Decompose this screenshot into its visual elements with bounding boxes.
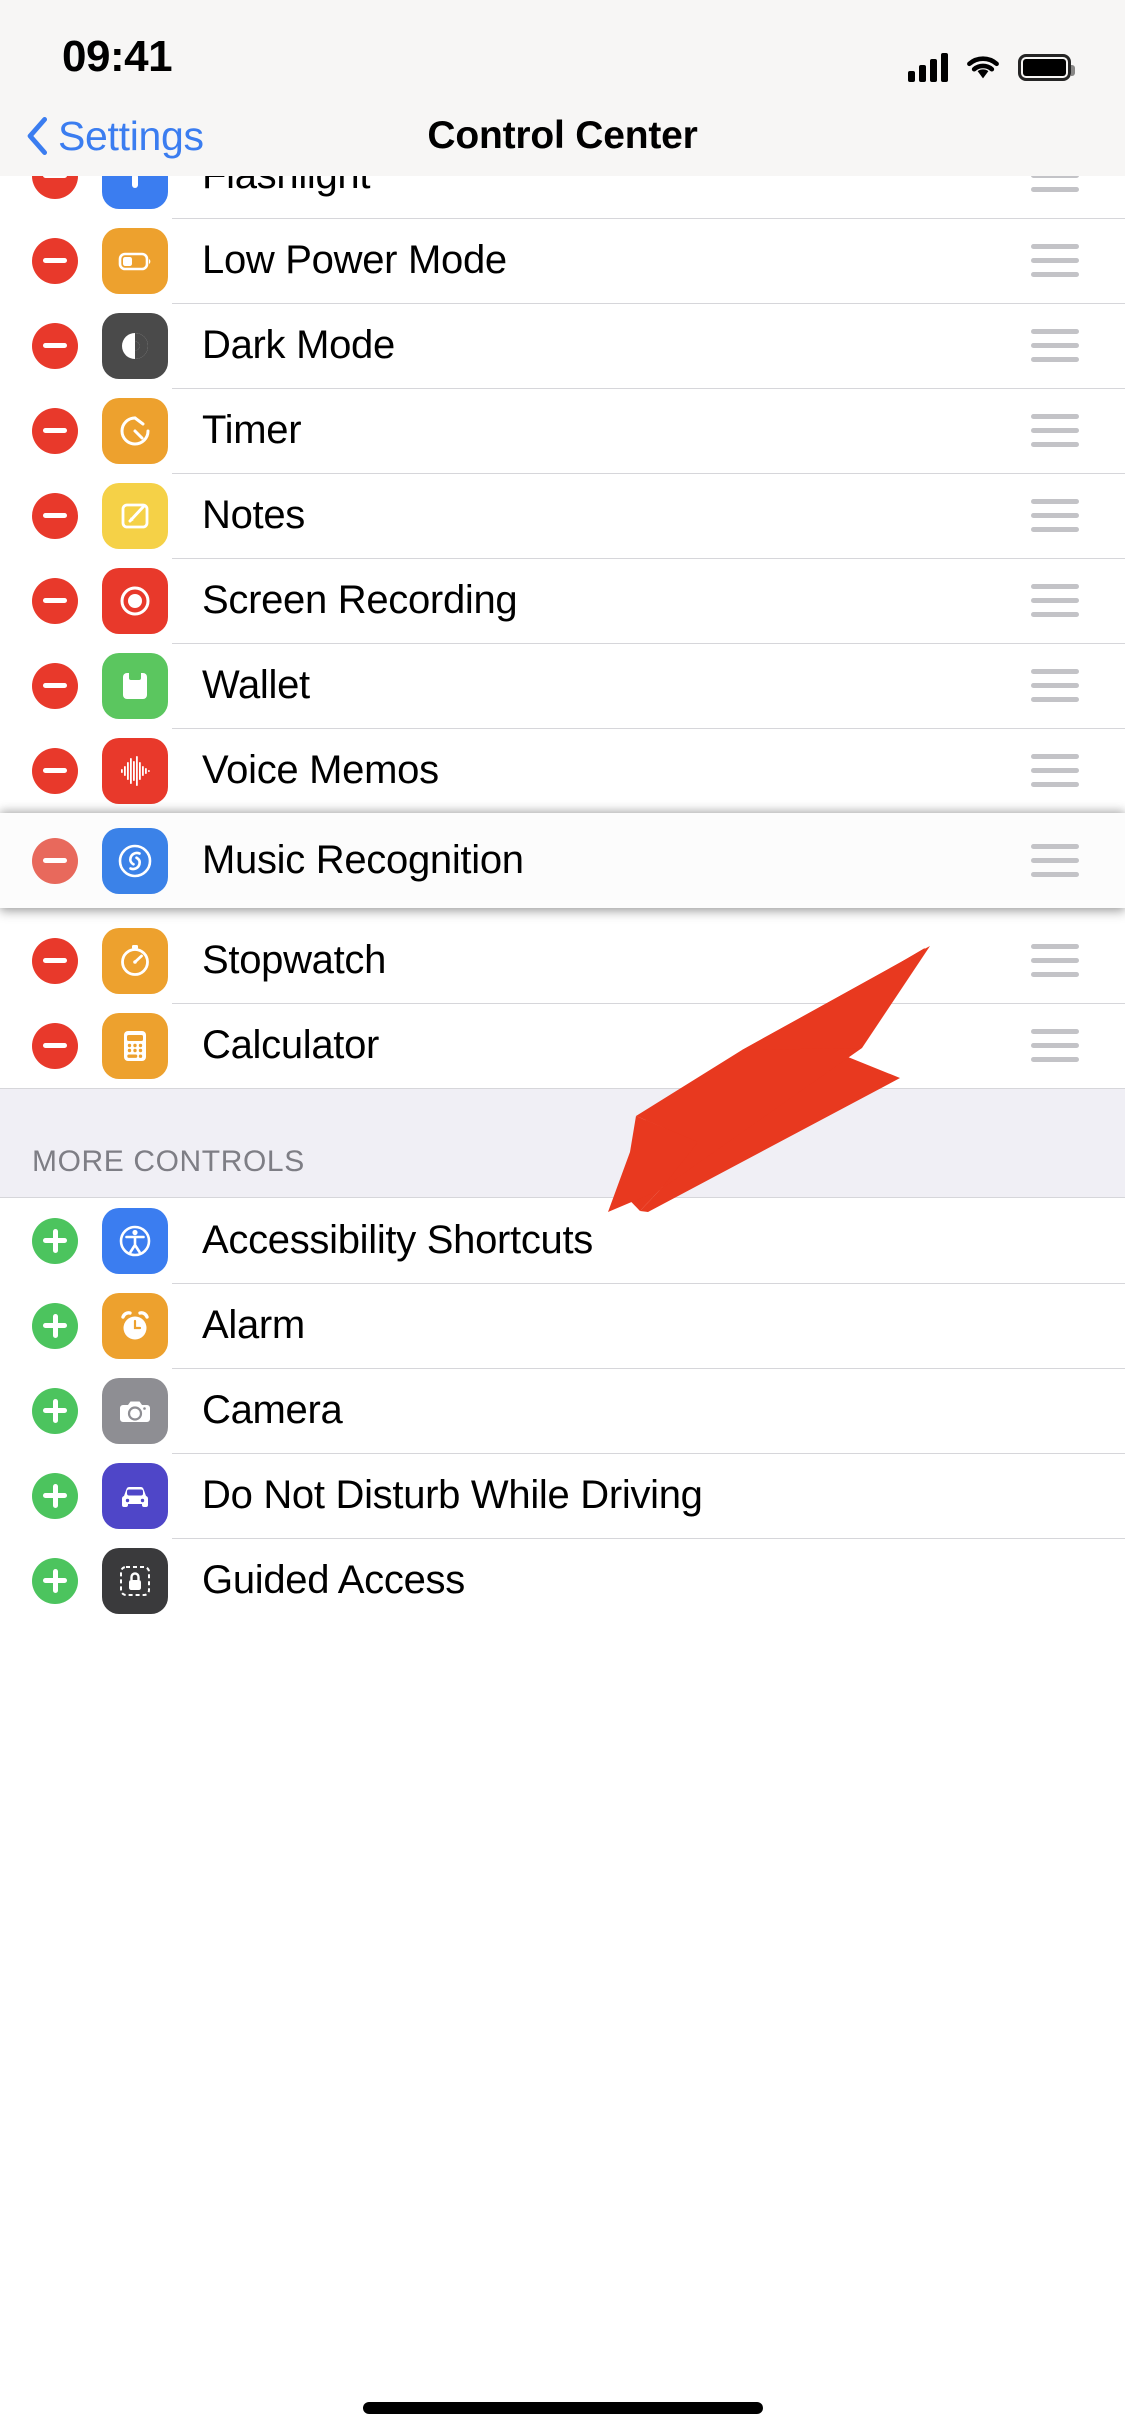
remove-button[interactable]	[32, 492, 78, 539]
section-header-label: MORE CONTROLS	[32, 1145, 305, 1178]
reorder-handle[interactable]	[1031, 754, 1079, 787]
row-label: Guided Access	[202, 1558, 465, 1602]
remove-button[interactable]	[32, 1022, 78, 1069]
row-label: Do Not Disturb While Driving	[202, 1473, 703, 1517]
reorder-handle[interactable]	[1031, 244, 1079, 277]
alarm-clock-icon	[102, 1292, 168, 1359]
stopwatch-icon	[102, 927, 168, 994]
control-center-list[interactable]: Flashlight Low Power Mode Dark Mod	[0, 176, 1125, 1623]
remove-button[interactable]	[32, 237, 78, 284]
reorder-handle[interactable]	[1031, 844, 1079, 877]
table-row-dark-mode[interactable]: Dark Mode	[0, 303, 1125, 388]
row-label: Notes	[202, 493, 305, 537]
wifi-icon	[967, 56, 999, 79]
notes-pencil-icon	[102, 482, 168, 549]
drag-gap	[0, 908, 1125, 918]
waveform-icon	[102, 737, 168, 804]
row-label: Stopwatch	[202, 938, 387, 982]
table-row-dnd-while-driving[interactable]: Do Not Disturb While Driving	[0, 1453, 1125, 1538]
row-label: Voice Memos	[202, 748, 439, 792]
section-header-more-controls: MORE CONTROLS	[0, 1088, 1125, 1198]
table-row-screen-recording[interactable]: Screen Recording	[0, 558, 1125, 643]
camera-icon	[102, 1377, 168, 1444]
table-row-wallet[interactable]: Wallet	[0, 643, 1125, 728]
row-label: Timer	[202, 408, 302, 452]
chevron-left-icon	[27, 117, 48, 155]
reorder-handle[interactable]	[1031, 499, 1079, 532]
add-button[interactable]	[32, 1302, 78, 1349]
low-power-battery-icon	[102, 227, 168, 294]
remove-button[interactable]	[32, 662, 78, 709]
row-label: Flashlight	[202, 176, 371, 198]
wallet-card-icon	[102, 652, 168, 719]
table-row-calculator[interactable]: Calculator	[0, 1003, 1125, 1088]
flashlight-icon	[102, 176, 168, 209]
timer-icon	[102, 397, 168, 464]
table-row-voice-memos[interactable]: Voice Memos	[0, 728, 1125, 813]
status-bar-time: 09:41	[62, 32, 173, 81]
row-label: Camera	[202, 1388, 343, 1432]
remove-button[interactable]	[32, 577, 78, 624]
record-circle-icon	[102, 567, 168, 634]
navigation-bar: Settings Control Center	[0, 96, 1125, 176]
remove-button[interactable]	[32, 407, 78, 454]
home-indicator	[362, 2402, 763, 2414]
add-button[interactable]	[32, 1472, 78, 1519]
guided-access-lock-icon	[102, 1547, 168, 1614]
table-row-stopwatch[interactable]: Stopwatch	[0, 918, 1125, 1003]
reorder-handle[interactable]	[1031, 944, 1079, 977]
shazam-icon	[102, 827, 168, 894]
table-row: Flashlight	[0, 176, 1125, 218]
table-row-accessibility-shortcuts[interactable]: Accessibility Shortcuts	[0, 1198, 1125, 1283]
remove-button[interactable]	[32, 837, 78, 884]
back-button[interactable]: Settings	[26, 113, 204, 160]
row-label: Alarm	[202, 1303, 305, 1347]
remove-button[interactable]	[32, 322, 78, 369]
remove-button[interactable]	[32, 176, 78, 199]
reorder-handle[interactable]	[1031, 1029, 1079, 1062]
row-label: Calculator	[202, 1023, 380, 1067]
table-row-guided-access[interactable]: Guided Access	[0, 1538, 1125, 1623]
battery-full-icon	[1018, 53, 1075, 81]
accessibility-icon	[102, 1207, 168, 1274]
table-row-timer[interactable]: Timer	[0, 388, 1125, 473]
row-label: Music Recognition	[202, 838, 524, 882]
table-row-camera[interactable]: Camera	[0, 1368, 1125, 1453]
table-row-music-recognition[interactable]: Music Recognition	[0, 813, 1125, 908]
back-button-label: Settings	[58, 112, 204, 159]
reorder-handle[interactable]	[1031, 329, 1079, 362]
reorder-handle[interactable]	[1031, 669, 1079, 702]
status-bar: 09:41	[0, 0, 1125, 96]
reorder-handle[interactable]	[1031, 176, 1079, 192]
row-label: Dark Mode	[202, 323, 395, 367]
row-label: Low Power Mode	[202, 238, 507, 282]
dark-mode-circle-icon	[102, 312, 168, 379]
calculator-icon	[102, 1012, 168, 1079]
partial-row-flashlight[interactable]: Flashlight	[0, 176, 1125, 218]
reorder-handle[interactable]	[1031, 414, 1079, 447]
reorder-handle[interactable]	[1031, 584, 1079, 617]
row-label: Accessibility Shortcuts	[202, 1218, 594, 1262]
table-row-alarm[interactable]: Alarm	[0, 1283, 1125, 1368]
cellular-bars-icon	[908, 52, 948, 82]
row-label: Wallet	[202, 663, 310, 707]
add-button[interactable]	[32, 1557, 78, 1604]
car-icon	[102, 1462, 168, 1529]
add-button[interactable]	[32, 1387, 78, 1434]
row-label: Screen Recording	[202, 578, 518, 622]
status-bar-indicators	[908, 52, 1075, 82]
table-row-notes[interactable]: Notes	[0, 473, 1125, 558]
remove-button[interactable]	[32, 937, 78, 984]
table-row-low-power-mode[interactable]: Low Power Mode	[0, 218, 1125, 303]
add-button[interactable]	[32, 1217, 78, 1264]
remove-button[interactable]	[32, 747, 78, 794]
